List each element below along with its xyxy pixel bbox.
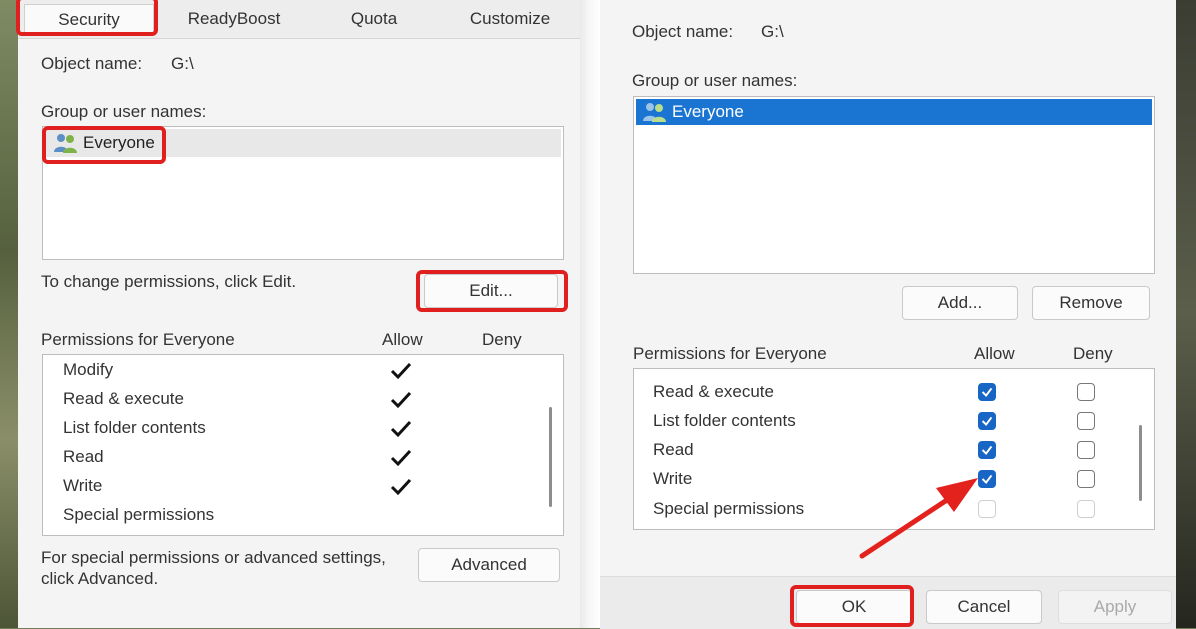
red-arrow-annotation [859,478,978,559]
